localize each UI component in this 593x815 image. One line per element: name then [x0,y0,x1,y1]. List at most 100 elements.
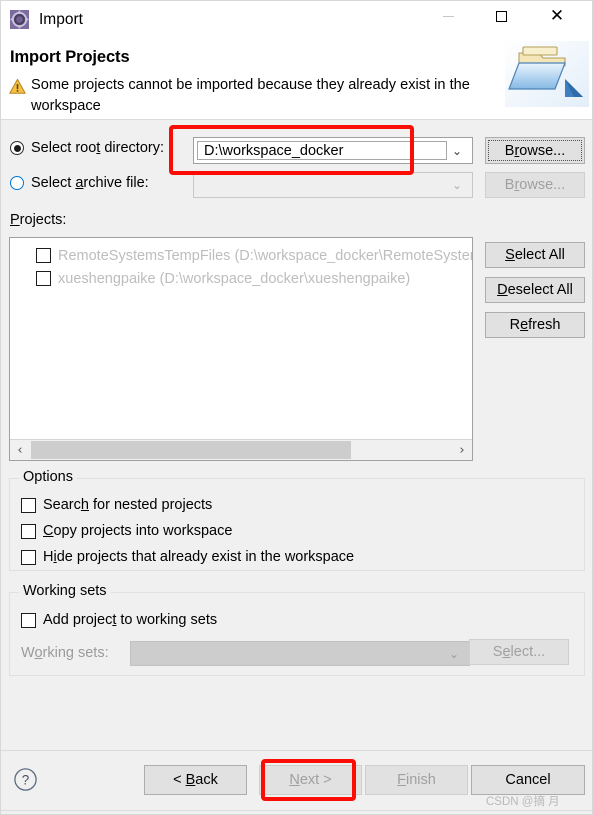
browse-root-directory-button[interactable]: Browse... [485,137,585,164]
project-checkbox[interactable] [36,248,51,263]
root-directory-input[interactable] [198,142,446,159]
eclipse-import-icon [10,10,29,29]
select-root-directory-label: Select root directory: [31,140,164,156]
browse-archive-file-button: Browse... [485,172,585,198]
finish-button: Finish [365,765,468,795]
ws-label-mnemonic: o [34,645,43,661]
back-mnemonic: B [185,772,196,788]
project-checkbox[interactable] [36,271,51,286]
checkbox-indicator[interactable] [21,612,36,628]
scrollbar-thumb[interactable] [31,441,351,459]
window-bottom-edge [1,810,592,811]
browse2-part1: B [504,177,515,193]
opt3-part1: H [43,549,54,565]
opt2-part2: opy projects into workspace [53,523,233,539]
checkbox-indicator[interactable] [21,497,36,513]
projects-list[interactable]: RemoteSystemsTempFiles (D:\workspace_doc… [9,237,473,461]
radio-archive-indicator [10,176,24,190]
next-part2: ext > [299,772,332,788]
close-icon: ✕ [549,6,565,26]
root-label-part2: directory: [100,140,164,156]
copy-projects-checkbox[interactable]: Copy projects into workspace [21,523,232,539]
working-sets-select-label: Select... [493,644,545,660]
project-name: RemoteSystemsTempFiles (D:\workspace_doc… [58,247,473,264]
page-title: Import Projects [10,48,130,66]
options-group: Options Search for nested projects Copy … [9,469,585,571]
radio-root-indicator [10,141,24,155]
options-legend: Options [19,469,77,485]
browse-archive-label: Browse... [505,177,565,193]
warning-message: Some projects cannot be imported because… [31,77,470,114]
list-item[interactable]: RemoteSystemsTempFiles (D:\workspace_doc… [10,244,472,267]
back-button[interactable]: < Back [144,765,247,795]
projects-label: Projects: [10,212,66,228]
projects-label-mnemonic: P [10,212,20,228]
footer-separator [1,750,592,751]
checkbox-indicator[interactable] [21,523,36,539]
finish-mnemonic: F [397,772,407,788]
select-archive-file-label: Select archive file: [31,175,149,191]
minimize-icon [442,16,454,17]
deselect-all-label: Deselect All [497,282,573,298]
working-sets-combo: ⌄ [130,641,470,666]
root-directory-inner-field[interactable] [197,141,447,160]
checkbox-indicator[interactable] [21,549,36,565]
copy-projects-label: Copy projects into workspace [43,523,232,539]
horizontal-scrollbar[interactable]: ‹ › [10,439,472,460]
add-project-to-working-sets-checkbox[interactable]: Add project to working sets [21,612,217,628]
scroll-left-icon[interactable]: ‹ [10,440,30,460]
ws-label-part2: rking sets: [42,645,109,661]
refresh-button[interactable]: Refresh [485,312,585,338]
refresh-label: Refresh [510,317,561,333]
root-directory-combo[interactable]: ⌄ [193,137,473,164]
select-root-directory-radio[interactable]: Select root directory: [10,140,164,156]
close-button[interactable]: ✕ [534,1,580,32]
select-all-label: Select All [505,247,565,263]
watermark: CSDN @摘 月 [486,796,560,808]
help-question-icon[interactable]: ? [13,767,38,792]
opt1-mnemonic: h [80,497,89,513]
browse2-part2: owse... [519,177,566,193]
minimize-button[interactable] [425,1,471,32]
window-title: Import [39,10,83,28]
list-item[interactable]: xueshengpaike (D:\workspace_docker\xuesh… [10,267,472,290]
cancel-label: Cancel [505,772,551,788]
back-label: < Back [173,772,218,788]
select-all-part2: elect All [514,247,565,263]
ws-select-mnemonic: e [502,644,511,660]
opt1-part1: Searc [43,497,81,513]
working-sets-legend: Working sets [19,583,111,599]
search-nested-projects-label: Search for nested projects [43,497,212,513]
finish-part2: inish [406,772,436,788]
working-sets-field-label: Working sets: [21,645,109,661]
archive-label-part1: Select [31,175,76,191]
scroll-right-icon[interactable]: › [452,440,472,460]
back-part2: ack [195,772,218,788]
next-mnemonic: N [289,772,300,788]
refresh-part2: fresh [528,317,561,333]
open-folder-import-icon [505,41,589,107]
refresh-part1: R [509,317,521,333]
deselect-all-mnemonic: D [497,282,508,298]
chevron-down-icon: ⌄ [448,646,460,661]
opt1-part2: for nested projects [88,497,213,513]
select-all-button[interactable]: Select All [485,242,585,268]
import-projects-dialog: Import ✕ Import Projects Some projects c… [0,0,593,815]
next-label: Next > [289,772,331,788]
search-nested-projects-checkbox[interactable]: Search for nested projects [21,497,212,513]
projects-label-rest: rojects: [19,212,67,228]
root-label-part1: Select roo [31,140,97,156]
add-project-to-working-sets-label: Add project to working sets [43,612,217,628]
refresh-mnemonic: e [520,317,529,333]
archive-label-part2: rchive file: [83,175,149,191]
select-archive-file-radio[interactable]: Select archive file: [10,175,149,191]
maximize-icon [495,11,507,22]
cancel-button[interactable]: Cancel [471,765,585,795]
maximize-button[interactable] [478,1,524,32]
ws-check-part2: to working sets [116,612,218,628]
focus-ring [488,140,582,161]
deselect-all-button[interactable]: Deselect All [485,277,585,303]
hide-existing-projects-checkbox[interactable]: Hide projects that already exist in the … [21,549,354,565]
ws-label-part1: W [21,645,35,661]
ws-check-part1: Add projec [43,612,113,628]
